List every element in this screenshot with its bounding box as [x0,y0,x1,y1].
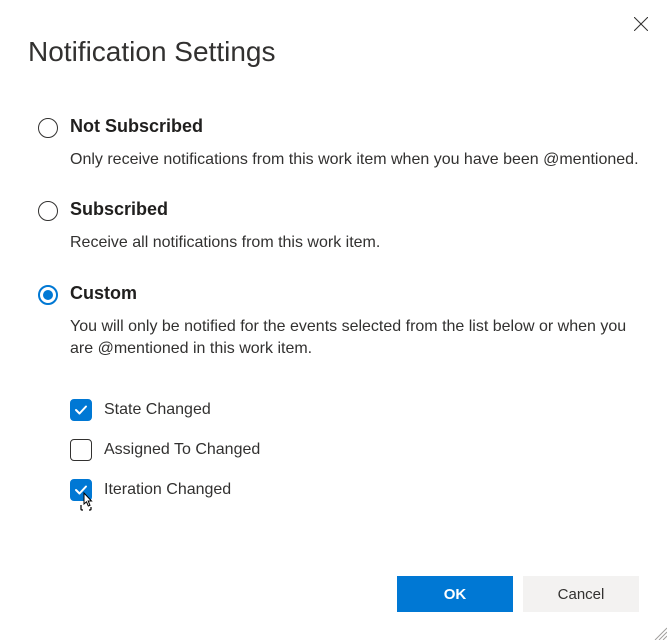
option-label-custom[interactable]: Custom [70,283,641,304]
sub-label-state-changed[interactable]: State Changed [104,401,211,419]
cancel-button[interactable]: Cancel [523,576,639,612]
option-content: Custom You will only be notified for the… [70,283,641,381]
ok-button[interactable]: OK [397,576,513,612]
radio-not-subscribed[interactable] [38,118,58,138]
dialog-buttons: OK Cancel [397,576,639,612]
sub-option-assigned-to-changed: Assigned To Changed [70,439,641,461]
check-icon [74,483,88,497]
option-not-subscribed: Not Subscribed Only receive notification… [38,116,641,191]
check-icon [74,403,88,417]
sub-option-iteration-changed: Iteration Changed [70,479,641,501]
dialog-title: Notification Settings [28,36,641,68]
resize-grip-icon[interactable] [651,624,667,640]
close-button[interactable] [631,14,651,34]
option-label-subscribed[interactable]: Subscribed [70,199,641,220]
checkbox-iteration-changed[interactable] [70,479,92,501]
close-icon [634,17,648,31]
checkbox-state-changed[interactable] [70,399,92,421]
option-desc-not-subscribed: Only receive notifications from this wor… [70,149,641,171]
custom-sub-options: State Changed Assigned To Changed Iterat… [70,399,641,501]
option-desc-custom: You will only be notified for the events… [70,316,641,361]
options-group: Not Subscribed Only receive notification… [28,116,641,501]
option-subscribed: Subscribed Receive all notifications fro… [38,199,641,274]
sub-label-assigned-to-changed[interactable]: Assigned To Changed [104,441,260,459]
sub-label-iteration-changed[interactable]: Iteration Changed [104,481,231,499]
radio-subscribed[interactable] [38,201,58,221]
option-desc-subscribed: Receive all notifications from this work… [70,232,641,254]
sub-option-state-changed: State Changed [70,399,641,421]
option-content: Not Subscribed Only receive notification… [70,116,641,191]
notification-settings-dialog: Notification Settings Not Subscribed Onl… [0,0,669,642]
option-custom: Custom You will only be notified for the… [38,283,641,381]
option-label-not-subscribed[interactable]: Not Subscribed [70,116,641,137]
checkbox-assigned-to-changed[interactable] [70,439,92,461]
radio-custom[interactable] [38,285,58,305]
option-content: Subscribed Receive all notifications fro… [70,199,641,274]
